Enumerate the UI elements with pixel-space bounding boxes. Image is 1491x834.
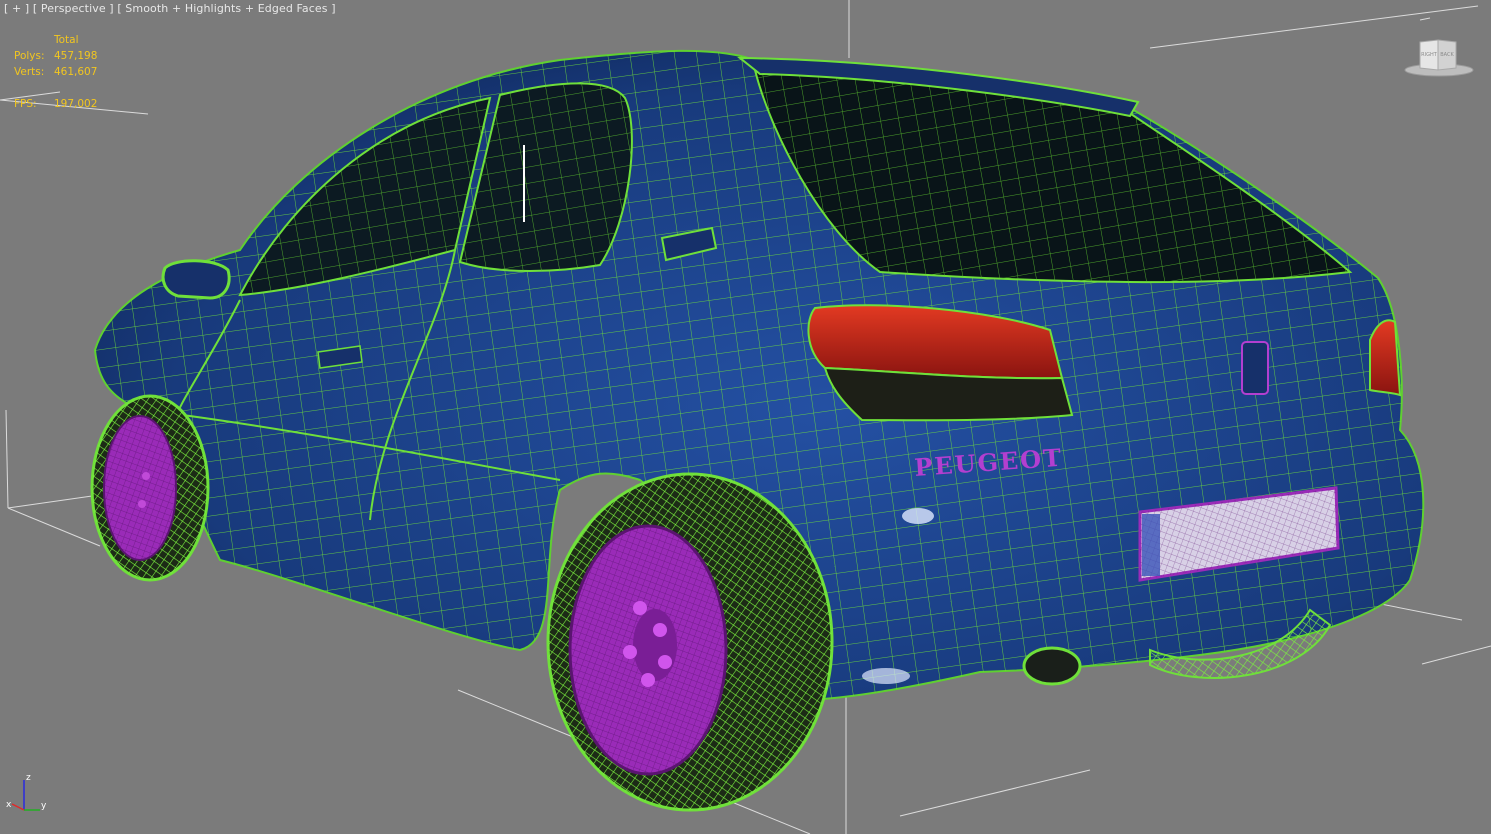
tail-light-right: [1369, 319, 1402, 397]
viewport-label: [ + ] [ Perspective ] [ Smooth + Highlig…: [4, 2, 336, 15]
shading-mode-menu[interactable]: [ Smooth + Highlights + Edged Faces ]: [117, 2, 335, 15]
stats-header: Total: [54, 34, 79, 46]
car-model[interactable]: PEUGEOT: [90, 49, 1425, 812]
viewport-menu-button[interactable]: [ + ]: [4, 2, 29, 15]
verts-label: Verts:: [14, 66, 45, 78]
wheel-rear-left: [546, 472, 834, 812]
fps-label: FPS:: [14, 98, 37, 110]
view-mode-menu[interactable]: [ Perspective ]: [33, 2, 114, 15]
viewcube-left-label: RIGHT: [1421, 52, 1438, 58]
polys-label: Polys:: [14, 50, 45, 62]
scene-canvas[interactable]: PEUGEOT: [0, 0, 1491, 834]
verts-value: 461,607: [54, 66, 98, 78]
axis-z-label: z: [26, 773, 31, 783]
polys-value: 457,198: [54, 50, 98, 62]
statistics-panel: Total Polys: 457,198 Verts: 461,607 FPS:…: [0, 32, 140, 112]
axis-tripod: z x y: [6, 773, 47, 811]
side-mirror: [161, 259, 231, 300]
axis-x-label: x: [6, 800, 12, 810]
viewcube-right-label: BACK: [1440, 52, 1454, 58]
axis-y-label: y: [41, 801, 47, 811]
viewcube[interactable]: RIGHT BACK: [1402, 36, 1476, 80]
fps-value: 197,002: [54, 98, 98, 110]
wheel-front-left: [90, 394, 210, 582]
lion-emblem: [1241, 341, 1269, 395]
perspective-viewport[interactable]: PEUGEOT [+] [Perspective] [Smooth +…: [0, 0, 1491, 834]
exhaust-pipe: [1022, 646, 1082, 686]
